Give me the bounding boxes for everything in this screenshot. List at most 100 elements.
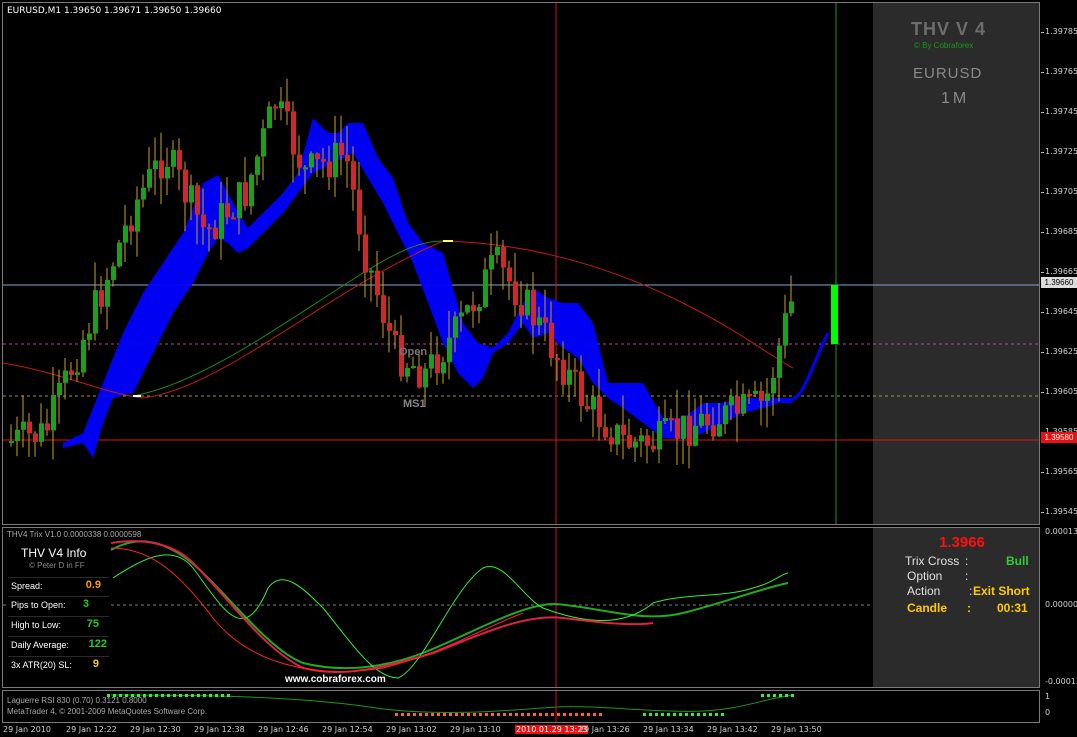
candle-body (267, 106, 272, 129)
candle-body (51, 395, 56, 431)
candle-body (327, 161, 332, 178)
laguerre-dot-low (673, 713, 676, 716)
candle-body (381, 295, 386, 324)
laguerre-dot-low (485, 713, 488, 716)
price-axis-tick (1041, 272, 1044, 273)
laguerre-dot-low (593, 713, 596, 716)
trix-cross-value: Bull (1006, 554, 1029, 568)
candle-body (225, 203, 230, 218)
candle-body (585, 406, 590, 410)
laguerre-dot-low (419, 713, 422, 716)
laguerre-dot-low (679, 713, 682, 716)
price-axis-label: 1.39745 (1045, 107, 1077, 116)
laguerre-dot-low (545, 713, 548, 716)
price-axis-label: 1.39685 (1045, 227, 1077, 236)
candle-body (231, 217, 236, 220)
option-colon: : (965, 569, 969, 583)
candle-body (675, 418, 680, 439)
candle-body (429, 354, 434, 369)
price-axis-label: 1.39625 (1045, 347, 1077, 356)
laguerre-rsi-pane[interactable]: Laguerre RSI 830 (0.70) 0.3121 0.8000 Me… (2, 690, 1040, 723)
candle-body (597, 396, 602, 428)
laguerre-dot-high (785, 694, 788, 697)
laguerre-dot-low (667, 713, 670, 716)
laguerre-dot-high (179, 694, 182, 697)
price-axis-tick (1041, 472, 1044, 473)
laguerre-dot-high (215, 694, 218, 697)
candle-body (657, 421, 662, 450)
laguerre-dot-high (203, 694, 206, 697)
info-byline: © Peter D in FF (29, 561, 85, 570)
laguerre-dot-low (587, 713, 590, 716)
trix-indicator-pane[interactable]: THV4 Trix V1.0 0.0000338 0.0000598 www.c… (2, 527, 1040, 688)
action-label: Action (907, 584, 941, 598)
candle-body (87, 333, 92, 340)
candle-body (705, 413, 710, 426)
candle-body (639, 435, 644, 442)
trix-fast-line (112, 554, 789, 679)
candle-body (555, 357, 560, 360)
laguerre-dot-low (655, 713, 658, 716)
laguerre-dot-high (155, 694, 158, 697)
laguerre-dot-low (407, 713, 410, 716)
laguerre-dot-high (185, 694, 188, 697)
copyright-label: MetaTrader 4, © 2001-2009 MetaQuotes Sof… (7, 707, 207, 716)
laguerre-dot-high (197, 694, 200, 697)
candle-body (411, 366, 416, 369)
candle-body (303, 167, 308, 170)
candle-body (759, 390, 764, 401)
candle-body (147, 169, 152, 188)
trix-axis: 0.00013 0.00000 -0.00013 (1041, 527, 1077, 688)
candle-body (717, 424, 722, 437)
candle-body (711, 425, 716, 437)
candle-body (135, 199, 140, 232)
candle-body (111, 266, 116, 280)
laguerre-dot-low (691, 713, 694, 716)
candle-body (315, 153, 320, 160)
candle-body (279, 101, 284, 108)
laguerre-dot-low (395, 713, 398, 716)
candle-body (651, 445, 656, 450)
candle-body (417, 366, 422, 388)
info-row-atr-sl: 3x ATR(20) SL: 9 (8, 656, 109, 674)
time-axis-label: 29 Jan 13:42 (707, 725, 758, 734)
price-axis-tick (1041, 112, 1044, 113)
action-value: Exit Short (973, 584, 1030, 598)
trix-cross-label: Trix Cross (905, 554, 960, 568)
laguerre-line (110, 694, 794, 713)
info-row-spread: Spread: 0.9 (8, 577, 109, 595)
candle-body (129, 225, 134, 232)
candle-body (201, 214, 206, 228)
candle-body (783, 313, 788, 346)
laguerre-dot-low (473, 713, 476, 716)
candle-body (117, 242, 122, 267)
laguerre-dot-high (161, 694, 164, 697)
price-axis-label: 1.39665 (1045, 267, 1077, 276)
laguerre-dot-low (569, 713, 572, 716)
laguerre-dot-low (425, 713, 428, 716)
trix-red-line (110, 547, 524, 672)
laguerre-dot-high (149, 694, 152, 697)
candle-body (213, 227, 218, 239)
candle-body (723, 405, 728, 425)
current-candle (831, 285, 838, 344)
price-axis-tick (1041, 192, 1044, 193)
info-row-pips-to-open: Pips to Open: 3 (8, 596, 109, 614)
candle-body (471, 305, 476, 312)
candle-body (39, 423, 44, 442)
candle-body (285, 101, 290, 112)
candle-body (141, 187, 146, 200)
candle-body (459, 312, 464, 317)
candle-body (615, 424, 620, 445)
candle-body (177, 149, 182, 170)
candle-body (63, 370, 68, 383)
candle-body (93, 290, 98, 334)
candle-body (687, 415, 692, 446)
candle-body (339, 142, 344, 155)
candle-body (375, 270, 380, 296)
candle-body (753, 390, 758, 395)
candle-body (513, 281, 518, 306)
time-axis-label: 29 Jan 12:22 (66, 725, 117, 734)
brand-title: THV V 4 (911, 19, 987, 39)
price-chart-pane[interactable]: EURUSD,M1 1.39650 1.39671 1.39650 1.3966… (2, 2, 1040, 525)
